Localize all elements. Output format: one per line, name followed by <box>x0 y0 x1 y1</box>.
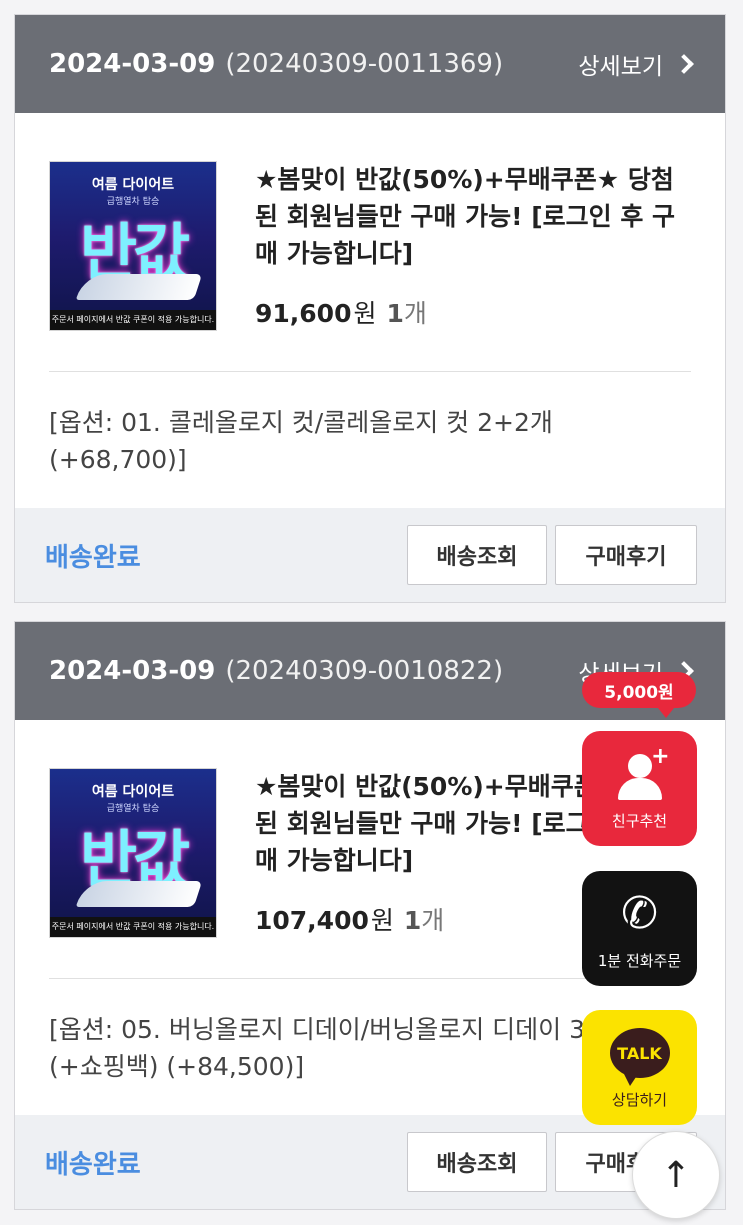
train-graphic <box>75 881 203 907</box>
thumb-top-text: 여름 다이어트 <box>91 784 175 800</box>
phone-order-button[interactable]: ✆ 1분 전화주문 <box>582 871 697 986</box>
kakao-chat-label: 상담하기 <box>611 1091 668 1109</box>
track-delivery-button[interactable]: 배송조회 <box>407 1132 547 1192</box>
detail-link-label: 상세보기 <box>578 54 663 80</box>
referral-button[interactable]: + 친구추천 <box>582 731 697 846</box>
order-number: (20240309-0011369) <box>225 49 504 79</box>
order-date: 2024-03-09 <box>49 656 216 686</box>
price: 91,600 <box>255 299 352 328</box>
order-number: (20240309-0010822) <box>225 656 504 686</box>
delivery-status: 배송완료 <box>45 542 141 573</box>
order-footer: 배송완료 배송조회 구매후기 <box>15 1115 725 1209</box>
train-graphic <box>75 274 203 300</box>
thumb-top-text: 여름 다이어트 <box>91 177 175 193</box>
track-delivery-button[interactable]: 배송조회 <box>407 525 547 585</box>
reward-badge: 5,000원 <box>582 672 696 718</box>
add-friend-icon: + <box>610 746 670 802</box>
currency: 원 <box>370 906 394 935</box>
phone-order-label: 1분 전화주문 <box>597 952 682 970</box>
quantity-number: 1 <box>386 299 404 328</box>
product-thumbnail[interactable]: 여름 다이어트 급행열차 탑승 반값 주문서 페이지에서 반값 쿠폰이 적용 가… <box>49 768 217 938</box>
order-header: 2024-03-09 (20240309-0011369) 상세보기 <box>15 15 725 113</box>
arrow-up-icon: ↑ <box>660 1154 692 1196</box>
chevron-right-icon <box>674 54 694 74</box>
order-footer: 배송완료 배송조회 구매후기 <box>15 508 725 602</box>
order-date: 2024-03-09 <box>49 49 216 79</box>
price: 107,400 <box>255 906 369 935</box>
product-info: ★봄맞이 반값(50%)+무배쿠폰★ 당첨된 회원님들만 구매 가능! [로그인… <box>255 161 691 331</box>
write-review-button[interactable]: 구매후기 <box>555 525 697 585</box>
currency: 원 <box>353 299 377 328</box>
quantity-unit: 개 <box>421 906 445 935</box>
quantity-unit: 개 <box>403 299 427 328</box>
delivery-status: 배송완료 <box>45 1149 141 1180</box>
detail-link[interactable]: 상세보기 <box>578 47 694 81</box>
product-row[interactable]: 여름 다이어트 급행열차 탑승 반값 주문서 페이지에서 반값 쿠폰이 적용 가… <box>15 113 725 371</box>
order-history-page: 2024-03-09 (20240309-0011369) 상세보기 여름 다이… <box>0 0 743 1225</box>
scroll-top-button[interactable]: ↑ <box>632 1131 720 1219</box>
quantity: 1개 <box>404 901 444 937</box>
kakao-talk-icon: TALK <box>609 1025 670 1086</box>
order-card: 2024-03-09 (20240309-0011369) 상세보기 여름 다이… <box>14 14 726 603</box>
quantity-number: 1 <box>403 906 422 935</box>
thumb-foot-text: 주문서 페이지에서 반값 쿠폰이 적용 가능합니다. <box>50 310 216 330</box>
product-thumbnail[interactable]: 여름 다이어트 급행열차 탑승 반값 주문서 페이지에서 반값 쿠폰이 적용 가… <box>49 161 217 331</box>
price-row: 91,600 원 1개 <box>255 294 691 330</box>
referral-label: 친구추천 <box>611 812 668 830</box>
product-title[interactable]: ★봄맞이 반값(50%)+무배쿠폰★ 당첨된 회원님들만 구매 가능! [로그인… <box>255 161 691 272</box>
thumb-foot-text: 주문서 페이지에서 반값 쿠폰이 적용 가능합니다. <box>50 917 216 937</box>
phone-icon: ✆ <box>621 888 658 939</box>
quantity: 1개 <box>387 294 427 330</box>
order-option: [옵션: 01. 콜레올로지 컷/콜레올로지 컷 2+2개 (+68,700)] <box>49 408 553 474</box>
kakao-chat-button[interactable]: TALK 상담하기 <box>582 1010 697 1125</box>
